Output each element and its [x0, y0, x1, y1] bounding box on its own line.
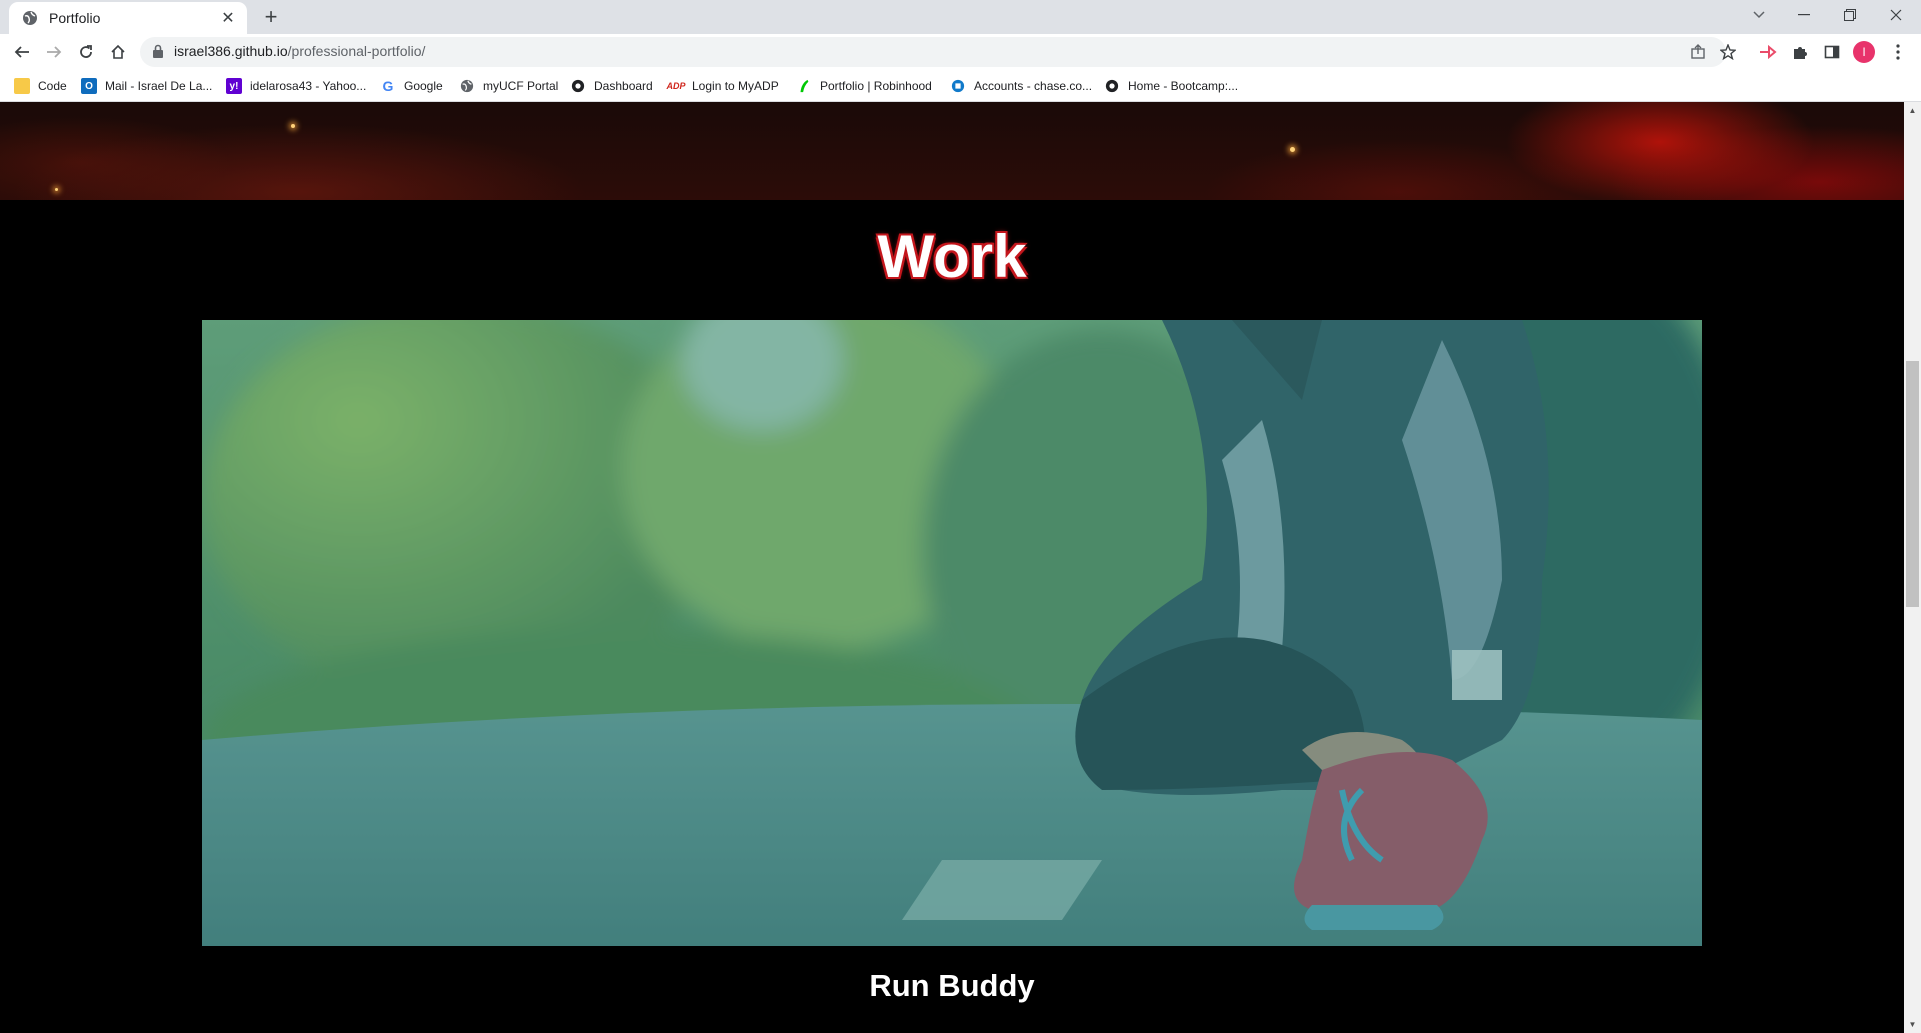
bookmark-label: Accounts - chase.co...: [974, 79, 1093, 93]
new-tab-button[interactable]: +: [260, 4, 282, 29]
side-panel-icon[interactable]: [1820, 40, 1844, 64]
tab-title: Portfolio: [49, 10, 101, 26]
address-bar[interactable]: israel386.github.io/professional-portfol…: [140, 37, 1726, 67]
star-sparkle: [291, 124, 295, 128]
google-icon: G: [382, 78, 394, 94]
menu-kebab-icon[interactable]: [1886, 40, 1910, 64]
bookmark-bootcamp[interactable]: Home - Bootcamp:...: [1104, 77, 1238, 95]
bookmarks-bar: Code O Mail - Israel De La... y! idelaro…: [0, 70, 1921, 102]
scroll-up-arrow-icon[interactable]: ▲: [1904, 102, 1921, 119]
canvas-icon: [570, 78, 586, 94]
star-sparkle: [55, 188, 58, 191]
tab-search-icon[interactable]: [1736, 0, 1782, 30]
outlook-icon: O: [81, 78, 97, 94]
section-title-work: Work: [877, 223, 1027, 290]
project-card-run-buddy[interactable]: [202, 320, 1702, 946]
back-arrow-icon[interactable]: [8, 38, 36, 66]
bookmark-label: Home - Bootcamp:...: [1128, 79, 1239, 93]
scroll-down-arrow-icon[interactable]: ▼: [1904, 1016, 1921, 1033]
chase-icon: [950, 78, 966, 94]
forward-arrow-icon[interactable]: [40, 38, 68, 66]
url-text: israel386.github.io/professional-portfol…: [174, 43, 425, 59]
bookmark-google[interactable]: G Google: [380, 77, 443, 95]
extensions-puzzle-icon[interactable]: [1788, 40, 1812, 64]
yahoo-icon: y!: [226, 78, 242, 94]
bookmark-dashboard[interactable]: Dashboard: [570, 77, 653, 95]
home-icon[interactable]: [104, 38, 132, 66]
hero-banner-bottom: [0, 102, 1904, 200]
bookmark-robinhood[interactable]: Portfolio | Robinhood: [796, 77, 932, 95]
star-sparkle: [1290, 147, 1295, 152]
close-window-button[interactable]: [1873, 0, 1919, 30]
project-title-run-buddy[interactable]: Run Buddy: [0, 968, 1904, 1004]
bookmark-label: myUCF Portal: [483, 79, 559, 93]
page-viewport: Work Run Buddy: [0, 102, 1904, 1033]
minimize-button[interactable]: [1781, 0, 1827, 30]
bookmark-chase[interactable]: Accounts - chase.co...: [950, 77, 1092, 95]
profile-avatar[interactable]: I: [1853, 41, 1875, 63]
reload-icon[interactable]: [72, 38, 100, 66]
share-icon[interactable]: [1688, 42, 1708, 62]
bookmark-myadp[interactable]: ADP Login to MyADP: [666, 77, 779, 95]
globe-icon: [21, 9, 39, 27]
bookmark-label: Dashboard: [594, 79, 653, 93]
url-host: israel386.github.io: [174, 43, 288, 59]
adp-icon: ADP: [666, 81, 686, 91]
bookmark-label: Mail - Israel De La...: [105, 79, 213, 93]
bookmark-label: Portfolio | Robinhood: [820, 79, 932, 93]
globe-icon: [459, 78, 475, 94]
runner-tying-shoe-photo[interactable]: [202, 320, 1702, 946]
bookmark-label: Login to MyADP: [692, 79, 779, 93]
lock-icon[interactable]: [152, 44, 166, 60]
bookmark-label: idelarosa43 - Yahoo...: [250, 79, 367, 93]
extension-arrow-icon[interactable]: [1756, 40, 1780, 64]
close-tab-icon[interactable]: ✕: [219, 9, 237, 27]
page-scrollbar[interactable]: ▲ ▼: [1904, 102, 1921, 1033]
browser-tab-portfolio[interactable]: Portfolio ✕: [9, 2, 247, 34]
bookmark-mail[interactable]: O Mail - Israel De La...: [81, 77, 212, 95]
folder-icon: [14, 78, 30, 94]
scrollbar-thumb[interactable]: [1906, 361, 1919, 607]
restore-button[interactable]: [1827, 0, 1873, 30]
bookmark-code[interactable]: Code: [14, 77, 67, 95]
bookmark-label: Code: [38, 79, 67, 93]
canvas-icon: [1104, 78, 1120, 94]
url-path: /professional-portfolio/: [287, 43, 426, 59]
tab-strip: Portfolio ✕ +: [0, 0, 1921, 34]
robinhood-icon: [796, 78, 812, 94]
browser-toolbar: israel386.github.io/professional-portfol…: [0, 34, 1921, 70]
bookmark-star-icon[interactable]: [1716, 40, 1740, 64]
bookmark-label: Google: [404, 79, 443, 93]
bookmark-yahoo[interactable]: y! idelarosa43 - Yahoo...: [226, 77, 366, 95]
bookmark-myucf[interactable]: myUCF Portal: [459, 77, 558, 95]
